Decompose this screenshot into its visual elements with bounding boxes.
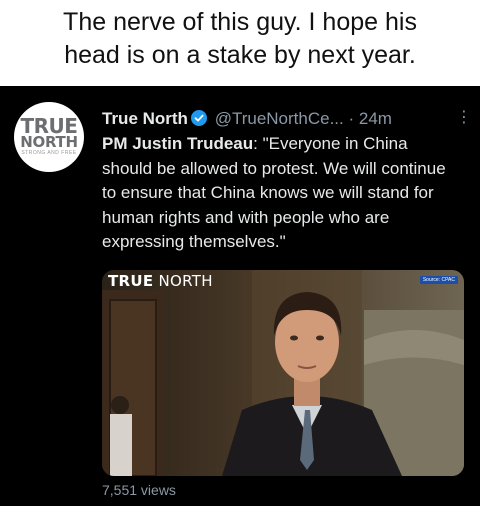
video-brand-watermark: TRUE NORTH [108, 272, 213, 290]
avatar-logo-tagline: STRONG AND FREE [21, 150, 77, 156]
more-options-icon[interactable]: ⋮ [456, 108, 472, 128]
tweet-video[interactable]: TRUE NORTH Source: CPAC [102, 270, 464, 476]
author-name[interactable]: True North [102, 109, 188, 128]
header-separator: · [348, 109, 355, 128]
tweet-header: True North @TrueNorthCe... · 24m [102, 108, 468, 130]
author-handle[interactable]: @TrueNorthCe... [215, 109, 344, 128]
tweet-text: PM Justin Trudeau: "Everyone in China sh… [102, 132, 462, 255]
view-count: 7,551 views [102, 482, 176, 498]
avatar-logo-line-2: NORTH [20, 133, 78, 151]
tweet-time[interactable]: 24m [359, 109, 392, 128]
video-source-badge: Source: CPAC [419, 276, 458, 284]
caption-line-1: The nerve of this guy. I hope his [63, 8, 417, 36]
tweet-text-subject: PM Justin Trudeau [102, 134, 254, 153]
video-frame [102, 270, 464, 476]
tweet-card[interactable]: TRUE NORTH STRONG AND FREE True North @T… [0, 86, 480, 506]
verified-badge-icon [190, 110, 207, 126]
caption-line-2: head is on a stake by next year. [64, 41, 416, 69]
meme-caption: The nerve of this guy. I hope his head i… [0, 0, 480, 86]
avatar[interactable]: TRUE NORTH STRONG AND FREE [14, 102, 84, 172]
